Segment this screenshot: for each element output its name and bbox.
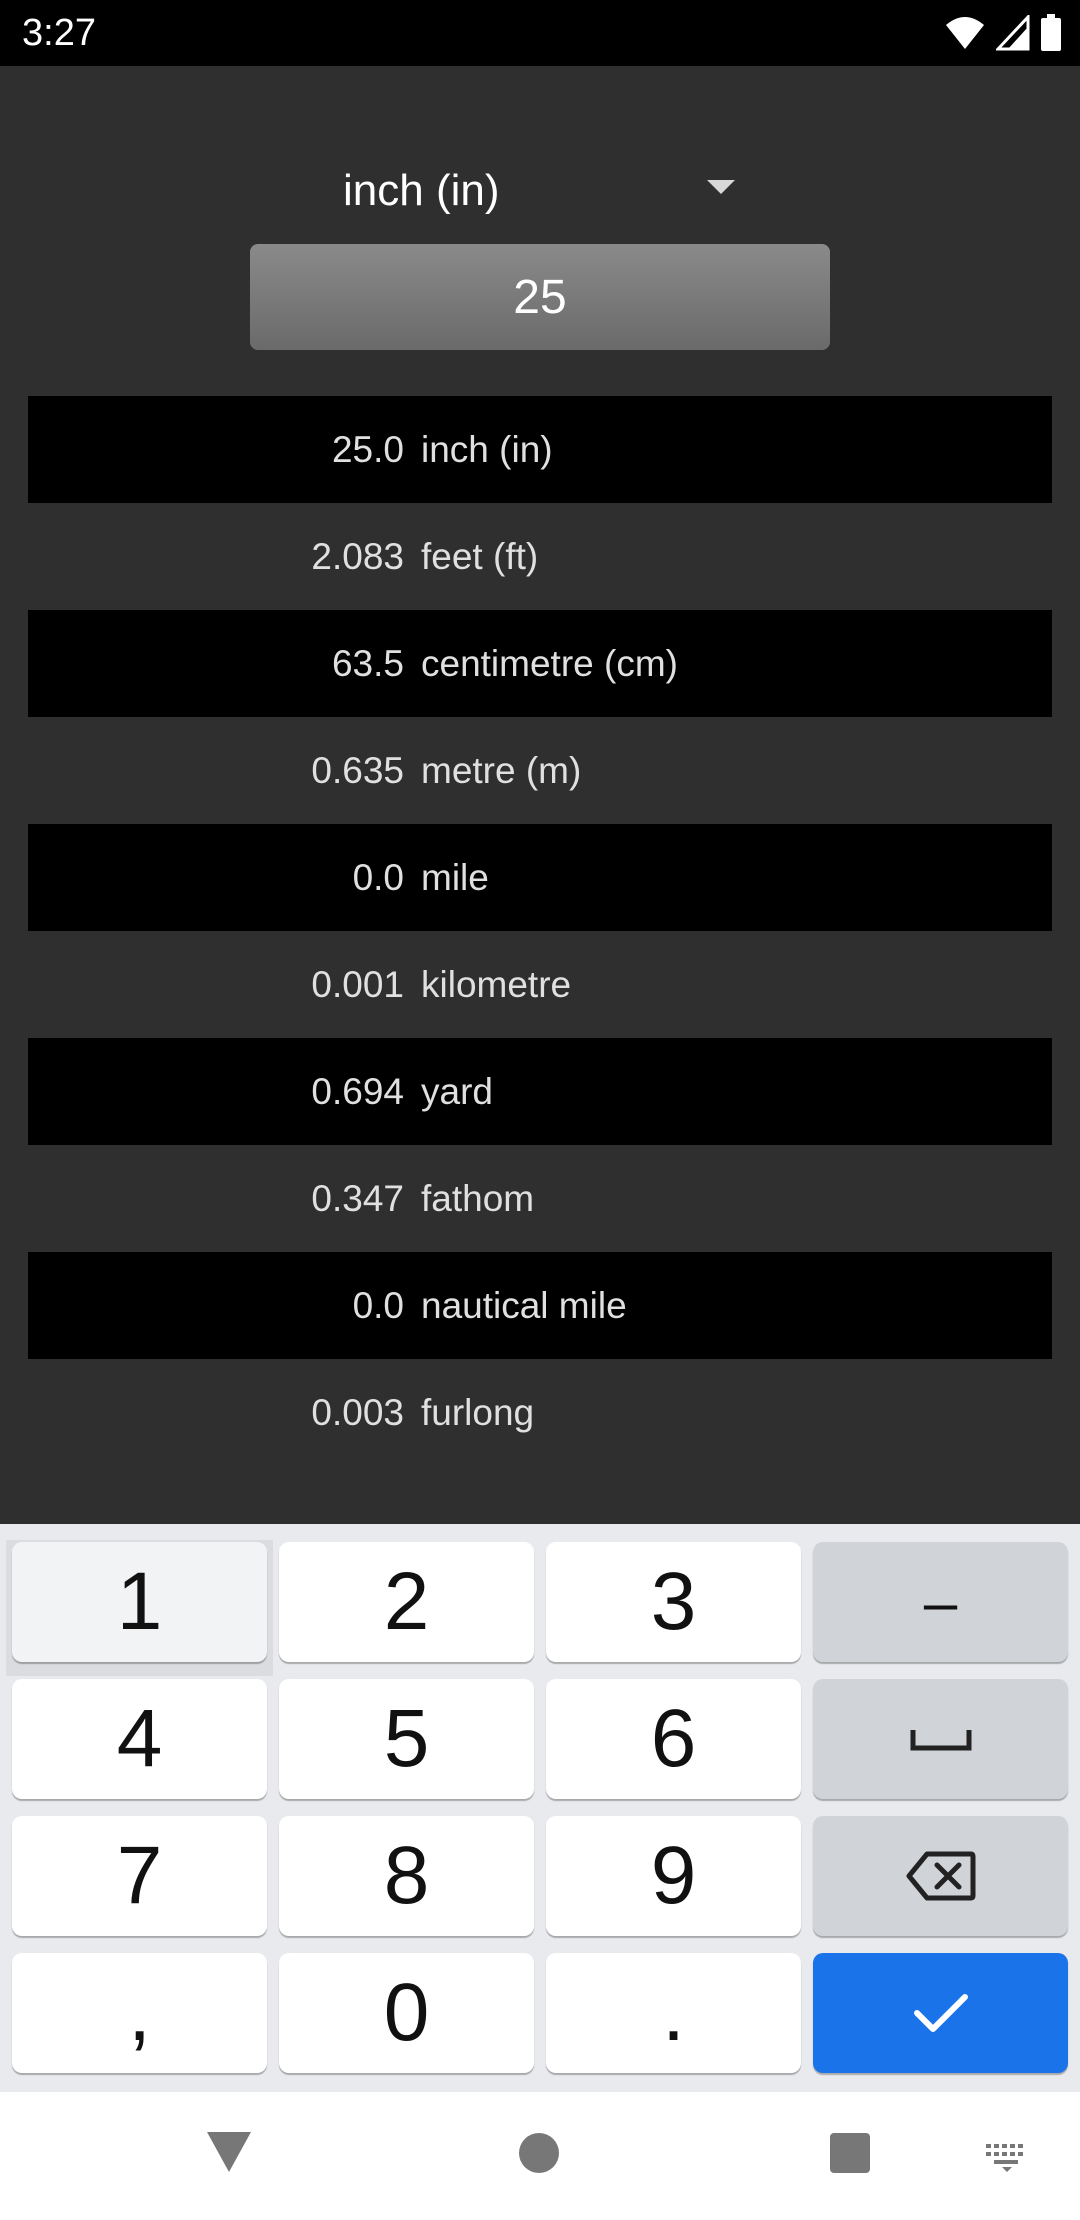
key-3[interactable]: 3	[546, 1542, 801, 1662]
back-icon[interactable]	[205, 2130, 253, 2174]
result-unit: yard	[421, 1070, 493, 1112]
key-period[interactable]: .	[546, 1953, 801, 2073]
unit-dropdown-label: inch (in)	[343, 166, 500, 215]
key-8[interactable]: 8	[279, 1816, 534, 1936]
value-input[interactable]: 25	[250, 244, 830, 350]
signal-icon	[996, 15, 1030, 51]
unit-dropdown[interactable]: inch (in)	[320, 136, 740, 246]
result-row: 0.635 metre (m)	[28, 717, 1052, 824]
key-comma[interactable]: ,	[12, 1953, 267, 2073]
space-icon	[910, 1730, 971, 1751]
result-row: 0.0 mile	[28, 824, 1052, 931]
result-row: 0.003 furlong	[28, 1359, 1052, 1466]
result-row: 63.5 centimetre (cm)	[28, 610, 1052, 717]
result-unit: nautical mile	[421, 1284, 627, 1326]
result-row: 0.001 kilometre	[28, 931, 1052, 1038]
dropdown-arrow-icon	[707, 180, 735, 194]
result-value: 0.001	[311, 963, 404, 1005]
result-row: 0.694 yard	[28, 1038, 1052, 1145]
result-value: 0.694	[311, 1070, 404, 1112]
result-value: 0.0	[352, 856, 404, 898]
result-unit: kilometre	[421, 963, 572, 1005]
key-minus[interactable]: –	[813, 1542, 1068, 1662]
result-unit: feet (ft)	[421, 535, 539, 577]
result-value: 2.083	[311, 535, 404, 577]
result-row: 2.083 feet (ft)	[28, 503, 1052, 610]
done-key[interactable]	[813, 1953, 1068, 2073]
backspace-icon	[906, 1851, 975, 1901]
key-6[interactable]: 6	[546, 1679, 801, 1799]
result-value: 63.5	[331, 642, 404, 684]
result-value: 0.0	[352, 1284, 404, 1326]
key-2[interactable]: 2	[279, 1542, 534, 1662]
result-unit: furlong	[421, 1391, 535, 1433]
key-1[interactable]: 1	[12, 1542, 267, 1662]
status-icons	[944, 12, 1062, 54]
numeric-keyboard: 1 2 3 – 4 5 6 7 8 9 , 0 .	[0, 1524, 1080, 2092]
key-4[interactable]: 4	[12, 1679, 267, 1799]
battery-icon	[1041, 14, 1061, 51]
result-unit: inch (in)	[421, 428, 553, 470]
home-icon[interactable]	[518, 2132, 560, 2174]
result-row: 0.0 nautical mile	[28, 1252, 1052, 1359]
status-bar: 3:27	[0, 0, 1080, 66]
navigation-bar	[0, 2092, 1080, 2220]
result-value: 0.003	[311, 1391, 404, 1433]
keyboard-switch-icon[interactable]	[984, 2142, 1030, 2172]
key-7[interactable]: 7	[12, 1816, 267, 1936]
key-0[interactable]: 0	[279, 1953, 534, 2073]
converter-screen: inch (in) 25 25.0 inch (in) 2.083 feet (…	[0, 66, 1080, 1524]
result-unit: centimetre (cm)	[421, 642, 678, 684]
wifi-icon	[946, 17, 984, 49]
recents-icon[interactable]	[829, 2132, 871, 2174]
backspace-key[interactable]	[813, 1816, 1068, 1936]
status-time: 3:27	[22, 12, 96, 54]
key-5[interactable]: 5	[279, 1679, 534, 1799]
results-list[interactable]: 25.0 inch (in) 2.083 feet (ft) 63.5 cent…	[28, 396, 1052, 1476]
result-value: 0.347	[311, 1177, 404, 1219]
result-value: 0.635	[311, 749, 404, 791]
checkmark-icon	[913, 1994, 968, 2032]
space-key[interactable]	[813, 1679, 1068, 1799]
result-row: 25.0 inch (in)	[28, 396, 1052, 503]
result-unit: metre (m)	[421, 749, 582, 791]
result-row: 0.347 fathom	[28, 1145, 1052, 1252]
result-unit: fathom	[421, 1177, 535, 1219]
result-unit: mile	[421, 856, 489, 898]
result-value: 25.0	[331, 428, 404, 470]
key-9[interactable]: 9	[546, 1816, 801, 1936]
